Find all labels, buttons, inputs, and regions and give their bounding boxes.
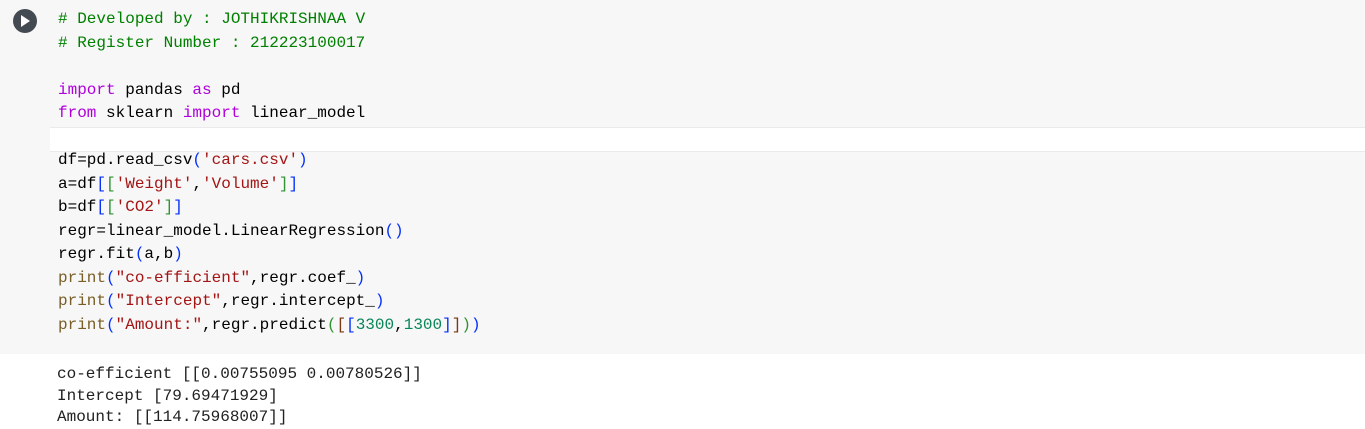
code-line: b=df[['CO2']]: [58, 196, 481, 220]
code-token: df=pd.read_csv: [58, 151, 193, 169]
code-token: pandas: [115, 80, 193, 99]
code-line: # Register Number : 212223100017: [58, 32, 481, 56]
code-line: df=pd.read_csv('cars.csv'): [58, 149, 481, 173]
code-line: regr=linear_model.LinearRegression(): [58, 220, 481, 244]
code-line: from sklearn import linear_model: [58, 102, 481, 126]
code-token: ,regr.intercept_: [221, 292, 375, 310]
cell-output: co-efficient [[0.00755095 0.00780526]] In…: [57, 364, 422, 429]
play-icon: [20, 15, 30, 27]
code-token: import: [58, 80, 116, 99]
code-token: "Amount:": [115, 315, 203, 334]
code-token: from: [58, 104, 97, 122]
code-line: import pandas as pd: [58, 79, 481, 103]
cell-gutter: [0, 0, 50, 354]
output-line: Amount: [[114.75968007]]: [57, 408, 288, 426]
code-token: 'Volume': [202, 174, 279, 193]
code-token: ): [374, 292, 385, 310]
code-token: (: [192, 151, 203, 169]
code-token: regr=linear_model.LinearRegression: [58, 221, 385, 240]
code-token: # Register Number : 212223100017: [58, 33, 366, 52]
code-token: ,regr.coef_: [250, 268, 356, 287]
code-token: [: [336, 315, 347, 334]
code-token: 1300: [403, 315, 443, 334]
code-token: regr.fit: [58, 245, 135, 263]
code-token: 'CO2': [115, 198, 164, 216]
code-token: ,regr.predict: [202, 315, 327, 334]
code-token: ): [298, 151, 308, 169]
code-token: ]: [173, 198, 183, 216]
code-token: sklearn: [96, 104, 183, 122]
code-token: [: [96, 198, 107, 216]
code-token: (): [384, 221, 404, 240]
code-token: "co-efficient": [115, 268, 251, 287]
code-token: b=df: [58, 198, 97, 216]
code-line: print("Amount:",regr.predict([[3300,1300…: [58, 314, 481, 338]
code-token: ]: [163, 198, 174, 216]
code-token: ,: [394, 315, 404, 334]
code-token: ,: [192, 174, 203, 193]
code-token: # Developed by : JOTHIKRISHNAA V: [58, 10, 366, 28]
code-token: ]: [451, 315, 462, 334]
code-token: (: [106, 292, 116, 310]
code-token: (: [106, 315, 116, 334]
code-line: print("co-efficient",regr.coef_): [58, 267, 481, 291]
run-cell-button[interactable]: [13, 9, 37, 33]
code-token: [: [106, 174, 116, 193]
code-text[interactable]: # Developed by : JOTHIKRISHNAA V # Regist…: [58, 8, 481, 337]
code-token: print: [58, 268, 107, 287]
code-token: "Intercept": [115, 292, 222, 310]
code-token: [: [96, 174, 107, 193]
code-token: print: [58, 292, 107, 310]
code-token: pd: [211, 80, 241, 99]
code-token: 'Weight': [115, 174, 193, 193]
code-token: ): [461, 315, 471, 334]
code-token: as: [192, 80, 212, 99]
code-token: [: [106, 198, 116, 216]
code-editor[interactable]: # Developed by : JOTHIKRISHNAA V # Regist…: [50, 0, 1365, 354]
code-token: 'cars.csv': [202, 151, 299, 169]
code-token: linear_model: [240, 104, 366, 122]
code-token: 3300: [355, 315, 395, 334]
code-token: (: [134, 245, 145, 263]
code-line: regr.fit(a,b): [58, 243, 481, 267]
code-line: # Developed by : JOTHIKRISHNAA V: [58, 8, 481, 32]
code-token: (: [106, 268, 116, 287]
code-token: ]: [442, 315, 452, 334]
code-token: ]: [288, 174, 299, 193]
output-line: co-efficient [[0.00755095 0.00780526]]: [57, 365, 422, 383]
output-line: Intercept [79.69471929]: [57, 386, 278, 405]
code-line: a=df[['Weight','Volume']]: [58, 173, 481, 197]
code-token: print: [58, 315, 107, 334]
code-token: ): [355, 268, 366, 287]
code-line: print("Intercept",regr.intercept_): [58, 290, 481, 314]
code-token: a,b: [144, 245, 174, 263]
code-token: ): [173, 245, 183, 263]
code-token: [: [346, 315, 356, 334]
code-token: a=df: [58, 174, 97, 193]
code-cell: # Developed by : JOTHIKRISHNAA V # Regist…: [0, 0, 1365, 428]
code-token: ): [470, 315, 481, 334]
code-token: import: [182, 104, 241, 122]
